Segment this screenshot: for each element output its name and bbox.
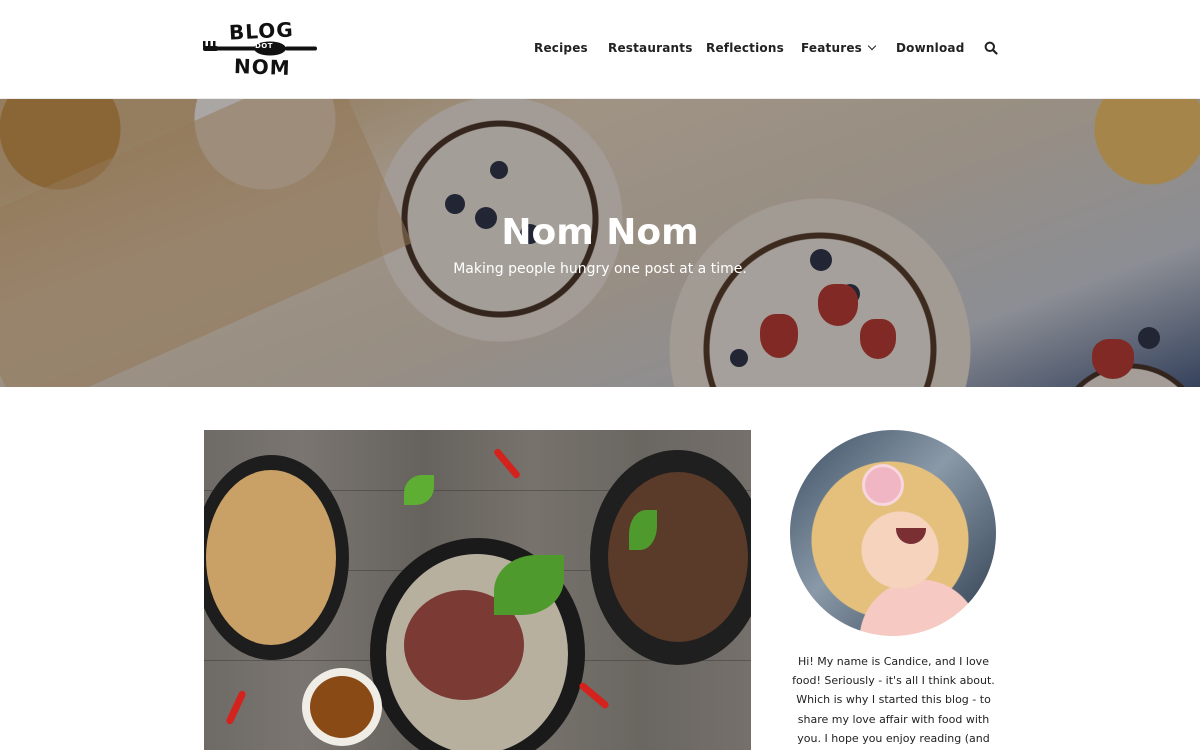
site-logo[interactable]: BLOG DOT NOM xyxy=(203,17,321,80)
sauce xyxy=(310,676,374,738)
chili-pepper xyxy=(492,447,522,480)
nav-item-restaurants[interactable]: Restaurants xyxy=(608,41,693,55)
hero-title: Nom Nom xyxy=(501,212,699,253)
food-chicken xyxy=(206,470,336,645)
chili-pepper xyxy=(577,681,611,710)
author-avatar xyxy=(790,430,996,636)
nav-item-features-label: Features xyxy=(801,41,863,55)
featured-post-image[interactable] xyxy=(204,430,751,750)
logo-word-nom: NOM xyxy=(233,54,292,80)
food-salad xyxy=(608,472,748,642)
author-bio: Hi! My name is Candice, and I love food!… xyxy=(792,655,995,745)
herb-leaf xyxy=(404,475,434,505)
chili-pepper xyxy=(225,689,247,726)
hero-subtitle: Making people hungry one post at a time. xyxy=(453,261,747,277)
nav-item-features[interactable]: Features xyxy=(801,41,877,55)
nav-item-recipes[interactable]: Recipes xyxy=(534,41,588,55)
nav-item-download[interactable]: Download xyxy=(896,41,964,55)
donut xyxy=(862,464,904,506)
hero-banner: Nom Nom Making people hungry one post at… xyxy=(0,99,1200,387)
logo-word-dot: DOT xyxy=(255,42,274,50)
site-header: BLOG DOT NOM Recipes Restaurants Reflect… xyxy=(0,0,1200,99)
smile xyxy=(896,528,926,544)
chevron-down-icon xyxy=(867,41,877,51)
nav-item-reflections[interactable]: Reflections xyxy=(706,41,784,55)
search-icon xyxy=(984,41,998,55)
search-button[interactable] xyxy=(984,40,998,55)
